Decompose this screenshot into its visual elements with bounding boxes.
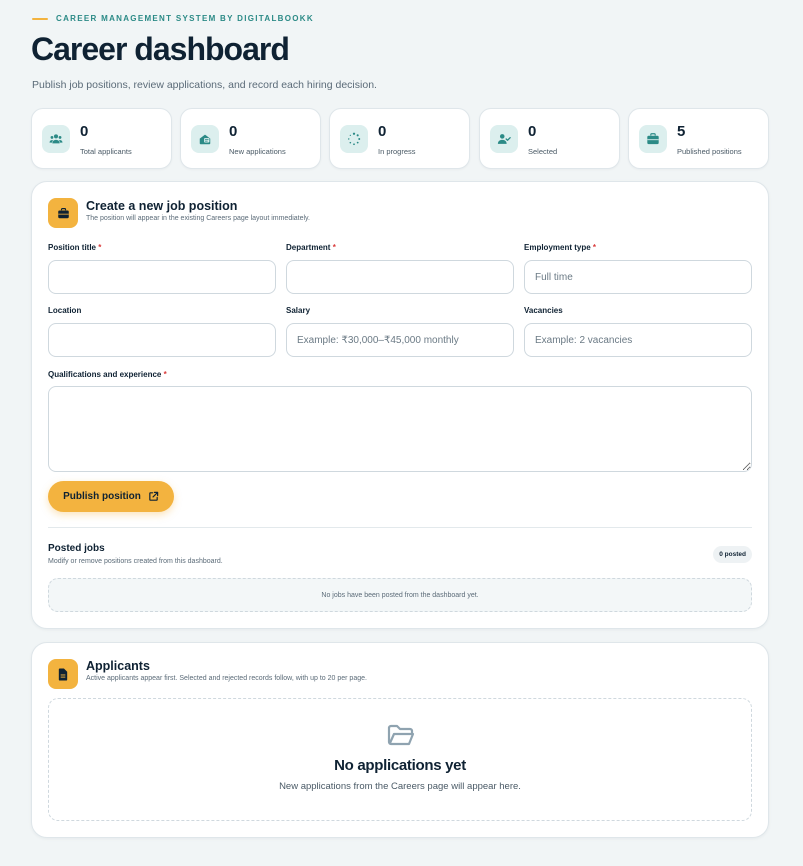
department-input[interactable]: [286, 260, 514, 294]
eyebrow-text: CAREER MANAGEMENT SYSTEM BY DIGITALBOOKK: [56, 14, 314, 23]
location-input[interactable]: [48, 323, 276, 357]
stat-new-applications: 0 New applications: [180, 108, 321, 169]
stat-in-progress: 0 In progress: [329, 108, 470, 169]
employment-type-label: Employment type *: [524, 243, 597, 252]
qualifications-textarea[interactable]: [48, 386, 752, 472]
posted-jobs-title: Posted jobs: [48, 543, 105, 554]
stat-value: 0: [528, 123, 537, 140]
qualifications-label: Qualifications and experience *: [48, 370, 167, 379]
eyebrow: CAREER MANAGEMENT SYSTEM BY DIGITALBOOKK: [32, 14, 314, 23]
posted-jobs-empty-text: No jobs have been posted from the dashbo…: [321, 591, 479, 599]
vacancies-input[interactable]: [524, 323, 752, 357]
vacancies-label: Vacancies: [524, 306, 563, 315]
briefcase-icon: [48, 198, 78, 228]
department-label: Department *: [286, 243, 336, 252]
stat-total-applicants: 0 Total applicants: [31, 108, 172, 169]
page-subtitle: Publish job positions, review applicatio…: [32, 79, 377, 91]
folder-open-icon: [387, 724, 415, 746]
stat-value: 0: [80, 123, 89, 140]
stat-selected: 0 Selected: [479, 108, 620, 169]
applicants-card: Applicants Active applicants appear firs…: [31, 642, 769, 838]
posted-jobs-empty-state: No jobs have been posted from the dashbo…: [48, 578, 752, 612]
stat-label: New applications: [229, 147, 286, 156]
stat-published-positions: 5 Published positions: [628, 108, 769, 169]
posted-count-badge: 0 posted: [713, 546, 752, 563]
position-title-label: Position title *: [48, 243, 102, 252]
required-mark: *: [332, 243, 336, 252]
position-title-input[interactable]: [48, 260, 276, 294]
salary-input[interactable]: [286, 323, 514, 357]
stat-label: Published positions: [677, 147, 742, 156]
salary-label: Salary: [286, 306, 311, 315]
page-title: Career dashboard: [31, 31, 290, 67]
stats-row: 0 Total applicants 0 New applications 0 …: [31, 108, 769, 169]
spinner-icon: [340, 125, 368, 153]
applicants-empty-state: No applications yet New applications fro…: [48, 698, 752, 821]
eyebrow-accent-bar: [32, 17, 48, 20]
applicants-description: Active applicants appear first. Selected…: [86, 675, 367, 682]
section-divider: [48, 527, 752, 528]
stat-label: Selected: [528, 147, 558, 156]
create-job-title: Create a new job position: [86, 199, 238, 213]
user-check-icon: [490, 125, 518, 153]
publish-position-button[interactable]: Publish position: [48, 481, 174, 512]
employment-type-input[interactable]: [524, 260, 752, 294]
document-icon: [48, 659, 78, 689]
stat-value: 0: [378, 123, 387, 140]
inbox-icon: [191, 125, 219, 153]
external-link-icon: [149, 491, 159, 501]
stat-value: 5: [677, 123, 686, 140]
required-mark: *: [163, 370, 167, 379]
publish-position-label: Publish position: [63, 491, 141, 502]
applicants-title: Applicants: [86, 659, 150, 673]
stat-label: In progress: [378, 147, 416, 156]
empty-applicants-text: New applications from the Careers page w…: [279, 781, 521, 792]
location-label: Location: [48, 306, 82, 315]
posted-jobs-description: Modify or remove positions created from …: [48, 558, 223, 565]
users-icon: [42, 125, 70, 153]
required-mark: *: [592, 243, 597, 252]
create-job-card: Create a new job position The position w…: [31, 181, 769, 629]
empty-applicants-title: No applications yet: [334, 757, 466, 774]
stat-value: 0: [229, 123, 238, 140]
create-job-description: The position will appear in the existing…: [86, 215, 310, 222]
required-mark: *: [98, 243, 102, 252]
briefcase-icon: [639, 125, 667, 153]
stat-label: Total applicants: [80, 147, 132, 156]
